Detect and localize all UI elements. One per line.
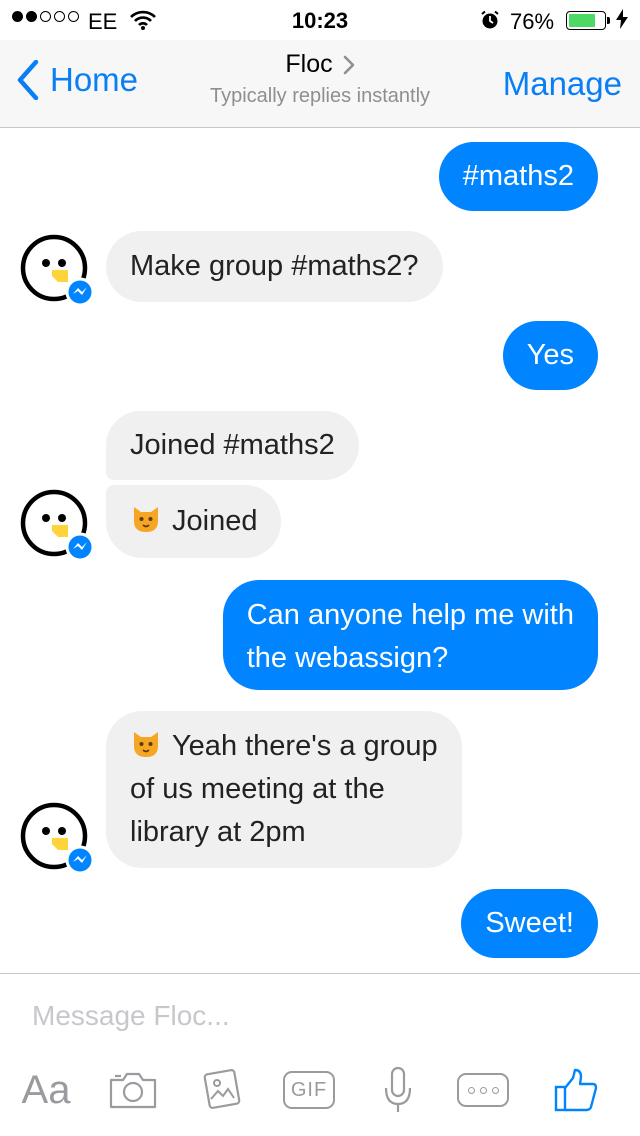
gallery-icon[interactable] — [196, 1060, 246, 1120]
message-text: #maths2 — [462, 160, 574, 192]
camera-icon[interactable] — [106, 1060, 160, 1120]
message-bubble-outgoing[interactable]: Yes — [502, 321, 598, 390]
message-line: Can anyone help me with — [246, 599, 574, 631]
cat-face-icon — [134, 507, 158, 532]
composer-toolbar: Aa GIF — [0, 1060, 640, 1120]
conversation-title[interactable]: Floc Typically replies instantly — [170, 50, 470, 108]
response-time-subtitle: Typically replies instantly — [209, 85, 431, 107]
manage-button[interactable]: Manage — [503, 65, 622, 103]
back-button-label: Home — [50, 61, 139, 98]
message-bubble-outgoing[interactable]: #maths2 — [438, 142, 598, 211]
message-bubble-outgoing[interactable]: Sweet! — [461, 889, 598, 958]
message-line: library at 2pm — [130, 816, 306, 848]
gif-label: GIF — [290, 1078, 328, 1101]
message-bubble-incoming[interactable]: Joined #maths2 — [106, 411, 359, 480]
thumbs-up-icon[interactable] — [550, 1060, 602, 1120]
status-bar: EE 10:23 76% — [0, 0, 640, 40]
battery-percentage: 76% — [510, 9, 555, 34]
back-button[interactable]: Home — [16, 60, 138, 100]
message-line: Yeah there's a group — [172, 730, 438, 762]
navigation-bar: Home Floc Typically replies instantly Ma… — [0, 40, 640, 128]
bot-avatar[interactable] — [18, 232, 96, 310]
chevron-right-icon — [343, 55, 354, 74]
message-bubble-incoming[interactable]: Joined — [106, 485, 282, 558]
cat-face-icon — [134, 732, 158, 757]
chevron-left-icon — [17, 60, 39, 100]
text-icon[interactable]: Aa — [16, 1060, 76, 1120]
message-bubble-incoming[interactable]: Yeah there's a group of us meeting at th… — [106, 711, 462, 868]
message-line: of us meeting at the — [130, 773, 385, 805]
bot-avatar[interactable] — [18, 487, 96, 565]
battery-icon — [566, 11, 610, 30]
message-text: Make group #maths2? — [130, 250, 419, 282]
more-icon[interactable] — [456, 1060, 510, 1120]
page-title: Floc — [285, 50, 333, 78]
gif-icon[interactable]: GIF — [282, 1060, 336, 1120]
charging-icon — [616, 9, 628, 35]
alarm-icon — [480, 10, 500, 35]
composer-divider — [0, 973, 640, 974]
message-text: Sweet! — [485, 907, 574, 939]
message-line: the webassign? — [246, 642, 449, 674]
message-input[interactable]: Message Floc... — [32, 1000, 230, 1032]
message-text: Joined — [172, 505, 258, 537]
bot-avatar[interactable] — [18, 800, 96, 878]
battery-fill — [569, 14, 595, 27]
message-bubble-outgoing[interactable]: Can anyone help me with the webassign? — [222, 580, 598, 690]
microphone-icon[interactable] — [378, 1060, 418, 1120]
message-text: Joined #maths2 — [130, 429, 335, 461]
message-text: Yes — [526, 339, 574, 371]
message-bubble-incoming[interactable]: Make group #maths2? — [106, 231, 443, 302]
